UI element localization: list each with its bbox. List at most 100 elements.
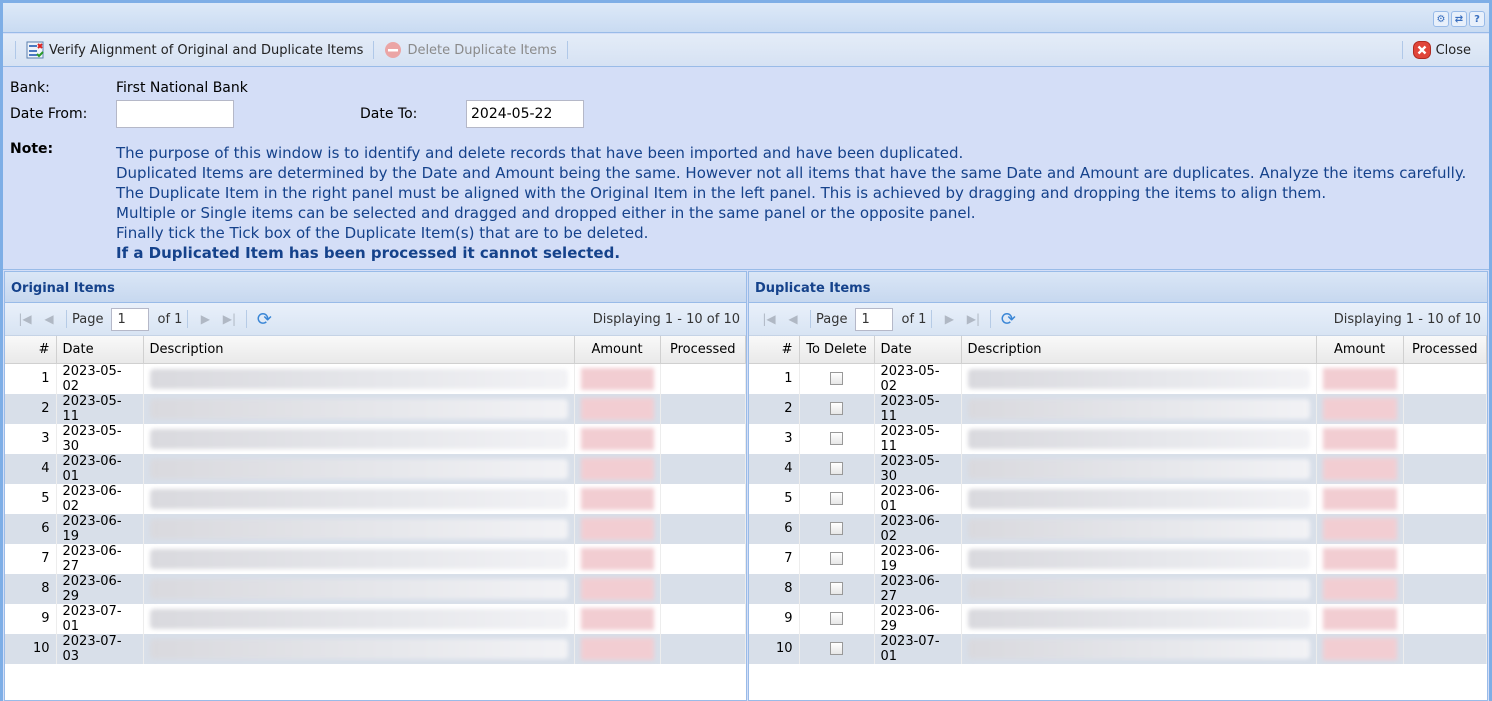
table-row[interactable]: 4 2023-05-30 bbox=[749, 453, 1487, 484]
redacted-amount bbox=[580, 457, 654, 480]
date-from-input[interactable] bbox=[116, 100, 234, 128]
to-delete-checkbox[interactable] bbox=[830, 612, 843, 625]
to-delete-checkbox[interactable] bbox=[830, 462, 843, 475]
row-date: 2023-06-27 bbox=[874, 573, 962, 604]
table-row[interactable]: 2 2023-05-11 bbox=[749, 393, 1487, 424]
refresh-icon[interactable]: ⇄ bbox=[1451, 11, 1467, 27]
redacted-amount bbox=[1322, 637, 1397, 660]
row-number: 6 bbox=[749, 513, 800, 544]
redacted-description bbox=[149, 458, 568, 479]
panel-title: Original Items bbox=[5, 272, 746, 303]
redacted-description bbox=[967, 458, 1310, 479]
column-header-processed[interactable]: Processed bbox=[1403, 336, 1487, 364]
table-row[interactable]: 6 2023-06-02 bbox=[749, 513, 1487, 544]
date-from-label: Date From: bbox=[10, 106, 88, 122]
column-header-amount[interactable]: Amount bbox=[574, 336, 661, 364]
redacted-description bbox=[149, 488, 568, 509]
table-row[interactable]: 1 2023-05-02 bbox=[5, 363, 746, 394]
toolbar: Verify Alignment of Original and Duplica… bbox=[3, 34, 1489, 67]
row-date: 2023-06-02 bbox=[56, 483, 144, 514]
verify-alignment-button[interactable]: Verify Alignment of Original and Duplica… bbox=[22, 38, 367, 62]
refresh-icon[interactable]: ⟳ bbox=[252, 309, 276, 330]
to-delete-checkbox[interactable] bbox=[830, 372, 843, 385]
prev-page-icon[interactable]: ◀ bbox=[37, 312, 61, 326]
row-date: 2023-05-30 bbox=[56, 423, 144, 454]
close-icon bbox=[1412, 41, 1431, 59]
row-number: 8 bbox=[5, 573, 57, 604]
delete-duplicates-button[interactable]: Delete Duplicate Items bbox=[380, 38, 560, 62]
column-header-date[interactable]: Date bbox=[874, 336, 962, 364]
date-to-input[interactable]: 2024-05-22 bbox=[466, 100, 584, 128]
redacted-amount bbox=[580, 547, 654, 570]
table-row[interactable]: 10 2023-07-01 bbox=[749, 633, 1487, 664]
next-page-icon[interactable]: ▶ bbox=[937, 312, 961, 326]
table-row[interactable]: 1 2023-05-02 bbox=[749, 363, 1487, 394]
redacted-description bbox=[967, 398, 1310, 419]
table-row[interactable]: 8 2023-06-29 bbox=[5, 573, 746, 604]
row-number: 8 bbox=[749, 573, 800, 604]
table-row[interactable]: 5 2023-06-01 bbox=[749, 483, 1487, 514]
table-row[interactable]: 10 2023-07-03 bbox=[5, 633, 746, 664]
last-page-icon[interactable]: ▶| bbox=[961, 312, 985, 326]
processed-cell bbox=[660, 543, 746, 574]
table-row[interactable]: 5 2023-06-02 bbox=[5, 483, 746, 514]
column-header-amount[interactable]: Amount bbox=[1316, 336, 1404, 364]
window-header: ⚙ ⇄ ? bbox=[3, 3, 1489, 33]
table-row[interactable]: 3 2023-05-11 bbox=[749, 423, 1487, 454]
column-header-description[interactable]: Description bbox=[143, 336, 575, 364]
page-input[interactable]: 1 bbox=[111, 307, 150, 331]
close-button[interactable]: Close bbox=[1409, 38, 1475, 62]
column-header-number[interactable]: # bbox=[5, 336, 57, 364]
pager: |◀ ◀ Page 1 of 1 ▶ ▶| ⟳ Displaying 1 - 1… bbox=[5, 303, 746, 336]
to-delete-checkbox[interactable] bbox=[830, 522, 843, 535]
gear-icon[interactable]: ⚙ bbox=[1433, 11, 1449, 27]
note-text: The purpose of this window is to identif… bbox=[116, 144, 1467, 262]
to-delete-checkbox[interactable] bbox=[830, 492, 843, 505]
page-input[interactable]: 1 bbox=[855, 307, 894, 331]
column-header-number[interactable]: # bbox=[749, 336, 800, 364]
help-icon[interactable]: ? bbox=[1469, 11, 1485, 27]
to-delete-checkbox[interactable] bbox=[830, 642, 843, 655]
refresh-icon[interactable]: ⟳ bbox=[996, 309, 1020, 330]
first-page-icon[interactable]: |◀ bbox=[13, 312, 37, 326]
to-delete-checkbox[interactable] bbox=[830, 552, 843, 565]
processed-cell bbox=[1403, 633, 1487, 664]
processed-cell bbox=[1403, 363, 1487, 394]
processed-cell bbox=[660, 393, 746, 424]
row-number: 9 bbox=[749, 603, 800, 634]
table-row[interactable]: 6 2023-06-19 bbox=[5, 513, 746, 544]
displaying-text: Displaying 1 - 10 of 10 bbox=[1333, 311, 1481, 327]
table-row[interactable]: 2 2023-05-11 bbox=[5, 393, 746, 424]
to-delete-checkbox[interactable] bbox=[830, 582, 843, 595]
prev-page-icon[interactable]: ◀ bbox=[781, 312, 805, 326]
row-number: 3 bbox=[749, 423, 800, 454]
table-row[interactable]: 7 2023-06-27 bbox=[5, 543, 746, 574]
row-number: 5 bbox=[749, 483, 800, 514]
column-header-processed[interactable]: Processed bbox=[660, 336, 746, 364]
duplicate-items-grid: # To Delete Date Description Amount Proc… bbox=[749, 336, 1487, 664]
table-row[interactable]: 7 2023-06-19 bbox=[749, 543, 1487, 574]
table-row[interactable]: 4 2023-06-01 bbox=[5, 453, 746, 484]
processed-cell bbox=[660, 603, 746, 634]
duplicate-items-window: ⚙ ⇄ ? Verify Alignment of Original and D… bbox=[0, 0, 1492, 701]
column-header-description[interactable]: Description bbox=[961, 336, 1317, 364]
table-row[interactable]: 8 2023-06-27 bbox=[749, 573, 1487, 604]
filter-form: Bank: First National Bank Date From: Dat… bbox=[3, 68, 1489, 270]
redacted-description bbox=[149, 608, 568, 629]
column-header-date[interactable]: Date bbox=[56, 336, 144, 364]
row-date: 2023-05-02 bbox=[56, 363, 144, 394]
table-row[interactable]: 9 2023-06-29 bbox=[749, 603, 1487, 634]
column-header-to-delete[interactable]: To Delete bbox=[799, 336, 875, 364]
last-page-icon[interactable]: ▶| bbox=[217, 312, 241, 326]
processed-cell bbox=[1403, 603, 1487, 634]
row-number: 10 bbox=[5, 633, 57, 664]
first-page-icon[interactable]: |◀ bbox=[757, 312, 781, 326]
table-row[interactable]: 3 2023-05-30 bbox=[5, 423, 746, 454]
next-page-icon[interactable]: ▶ bbox=[193, 312, 217, 326]
to-delete-checkbox[interactable] bbox=[830, 432, 843, 445]
row-number: 7 bbox=[749, 543, 800, 574]
redacted-description bbox=[149, 398, 568, 419]
table-row[interactable]: 9 2023-07-01 bbox=[5, 603, 746, 634]
to-delete-checkbox[interactable] bbox=[830, 402, 843, 415]
redacted-description bbox=[149, 518, 568, 539]
